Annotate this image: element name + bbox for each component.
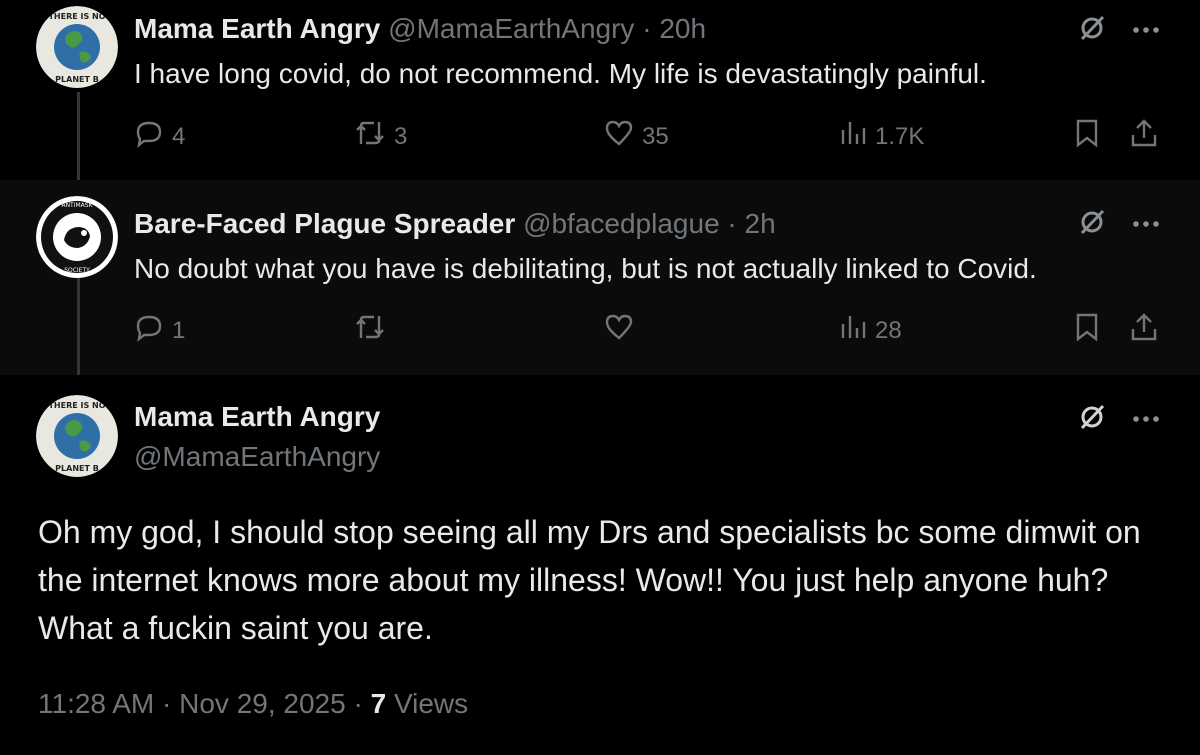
separator: · <box>727 208 737 239</box>
repost-button[interactable]: 3 <box>354 118 407 155</box>
more-icon[interactable] <box>1132 22 1160 40</box>
svg-text:SOCIETY: SOCIETY <box>64 267 90 274</box>
share-icon <box>1129 118 1159 155</box>
grok-icon[interactable] <box>1078 208 1106 241</box>
bookmark-icon <box>1074 312 1100 349</box>
separator: · <box>162 688 172 719</box>
reply-button[interactable]: 4 <box>134 118 185 155</box>
reply-icon <box>134 118 164 155</box>
repost-icon <box>354 118 386 155</box>
more-icon[interactable] <box>1132 216 1160 234</box>
bookmark-button[interactable] <box>1074 312 1100 349</box>
thread-line <box>77 278 80 386</box>
grok-icon[interactable] <box>1078 403 1106 436</box>
separator: · <box>353 688 363 719</box>
timestamp[interactable]: 2h <box>745 208 776 239</box>
separator: · <box>642 13 652 44</box>
repost-button[interactable] <box>354 312 394 349</box>
tweet-actions: 1 28 <box>134 312 1164 352</box>
tweet-text: No doubt what you have is debilitating, … <box>134 253 1037 284</box>
reply-button[interactable]: 1 <box>134 312 185 349</box>
handle[interactable]: @MamaEarthAngry <box>388 13 634 44</box>
views-button[interactable]: 1.7K <box>839 118 924 155</box>
views-label: Views <box>393 688 469 719</box>
views-icon <box>839 118 867 155</box>
tweet-top-actions <box>1078 208 1160 241</box>
tweet-text: Oh my god, I should stop seeing all my D… <box>38 514 1141 646</box>
like-button[interactable]: 35 <box>604 118 669 155</box>
avatar[interactable]: THERE IS NO PLANET B <box>36 6 118 88</box>
more-icon[interactable] <box>1132 411 1160 429</box>
tweet-top-actions <box>1078 14 1160 47</box>
like-count: 35 <box>642 122 669 150</box>
views-icon <box>839 312 867 349</box>
like-icon <box>604 312 634 349</box>
tweet-actions: 4 3 35 1.7K <box>134 118 1164 158</box>
svg-text:ANTIMASK: ANTIMASK <box>61 202 93 209</box>
avatar[interactable]: ANTIMASK SOCIETY <box>36 196 118 278</box>
views-count: 1.7K <box>875 122 925 150</box>
display-name[interactable]: Bare-Faced Plague Spreader <box>134 208 515 239</box>
tweet-card[interactable]: THERE IS NO PLANET B Mama Earth Angry @M… <box>0 0 1200 200</box>
tweet-header: Bare-Faced Plague Spreader @bfacedplague… <box>134 207 776 241</box>
share-button[interactable] <box>1129 118 1159 155</box>
tweet-top-actions <box>1078 403 1160 436</box>
display-name[interactable]: Mama Earth Angry <box>134 13 380 44</box>
repost-icon <box>354 312 386 349</box>
svg-text:PLANET B: PLANET B <box>55 464 99 473</box>
tweet-date[interactable]: Nov 29, 2025 <box>179 688 346 719</box>
svg-text:PLANET B: PLANET B <box>55 75 99 84</box>
repost-count: 3 <box>394 122 408 150</box>
tweet-header: Mama Earth Angry @MamaEarthAngry · 20h <box>134 12 706 46</box>
tweet-time[interactable]: 11:28 AM <box>38 688 154 719</box>
bookmark-button[interactable] <box>1074 118 1100 155</box>
tweet-text: I have long covid, do not recommend. My … <box>134 58 987 89</box>
handle[interactable]: @bfacedplague <box>523 208 720 239</box>
like-icon <box>604 118 634 155</box>
reply-count: 1 <box>172 316 186 344</box>
svg-text:THERE IS NO: THERE IS NO <box>48 401 105 410</box>
svg-text:THERE IS NO: THERE IS NO <box>48 12 105 21</box>
handle[interactable]: @MamaEarthAngry <box>134 440 380 474</box>
timestamp[interactable]: 20h <box>659 13 706 44</box>
tweet-meta: 11:28 AM · Nov 29, 2025 · 7 Views <box>38 684 468 724</box>
reply-count: 4 <box>172 122 186 150</box>
bookmark-icon <box>1074 118 1100 155</box>
display-name[interactable]: Mama Earth Angry <box>134 400 380 434</box>
views-count: 7 <box>370 688 387 719</box>
views-button[interactable]: 28 <box>839 312 902 349</box>
views-count: 28 <box>875 316 902 344</box>
avatar[interactable]: THERE IS NO PLANET B <box>36 395 118 477</box>
grok-icon[interactable] <box>1078 14 1106 47</box>
like-button[interactable] <box>604 312 642 349</box>
share-button[interactable] <box>1129 312 1159 349</box>
share-icon <box>1129 312 1159 349</box>
reply-icon <box>134 312 164 349</box>
